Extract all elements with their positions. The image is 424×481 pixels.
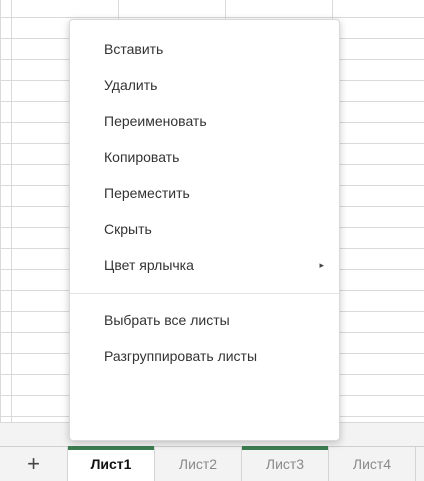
menu-item-insert[interactable]: Вставить: [70, 31, 339, 67]
menu-divider: [70, 293, 339, 294]
submenu-arrow-icon: ▸: [319, 260, 324, 270]
menu-item-move[interactable]: Переместить: [70, 175, 339, 211]
sheet-tab-bar: + Лист1 Лист2 Лист3 Лист4: [0, 446, 424, 481]
menu-item-delete[interactable]: Удалить: [70, 67, 339, 103]
menu-item-label: Цвет ярлычка: [104, 257, 194, 273]
add-sheet-button[interactable]: +: [0, 447, 68, 481]
menu-item-select-all-sheets[interactable]: Выбрать все листы: [70, 302, 339, 338]
menu-item-label: Переименовать: [104, 113, 207, 129]
sheet-tab-2[interactable]: Лист2: [155, 447, 242, 481]
menu-item-label: Переместить: [104, 185, 190, 201]
sheet-tab-1[interactable]: Лист1: [68, 446, 155, 481]
menu-item-copy[interactable]: Копировать: [70, 139, 339, 175]
menu-item-tab-color[interactable]: Цвет ярлычка ▸: [70, 247, 339, 283]
spreadsheet-view: + Лист1 Лист2 Лист3 Лист4 Вставить Удали…: [0, 0, 424, 481]
menu-item-ungroup-sheets[interactable]: Разгруппировать листы: [70, 338, 339, 374]
menu-item-label: Разгруппировать листы: [104, 348, 258, 364]
menu-item-label: Удалить: [104, 77, 158, 93]
sheet-tab-4[interactable]: Лист4: [329, 447, 416, 481]
sheet-context-menu: Вставить Удалить Переименовать Копироват…: [69, 19, 340, 441]
menu-item-hide[interactable]: Скрыть: [70, 211, 339, 247]
menu-item-label: Копировать: [104, 149, 180, 165]
menu-item-rename[interactable]: Переименовать: [70, 103, 339, 139]
menu-item-label: Скрыть: [104, 221, 152, 237]
menu-item-label: Выбрать все листы: [104, 312, 230, 328]
menu-item-label: Вставить: [104, 41, 164, 57]
sheet-tab-3[interactable]: Лист3: [242, 446, 329, 481]
